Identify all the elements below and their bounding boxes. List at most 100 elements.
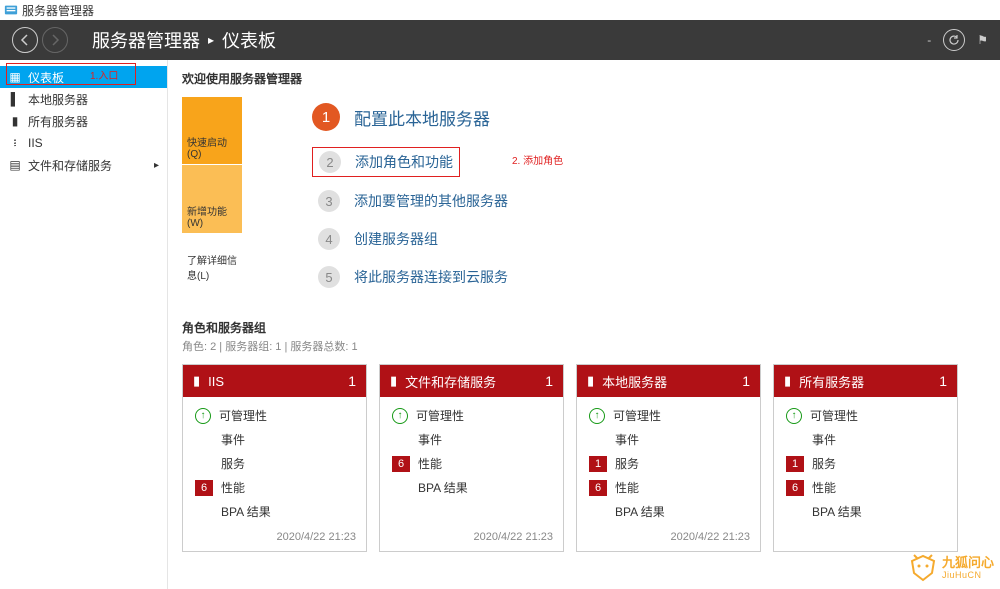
roles-subheading: 角色: 2 | 服务器组: 1 | 服务器总数: 1 xyxy=(182,338,986,354)
tile-row-label: BPA 结果 xyxy=(418,479,468,496)
sidebar-item-label: IIS xyxy=(28,136,43,150)
qs-step-label: 创建服务器组 xyxy=(354,229,438,249)
tile-row-label: 性能 xyxy=(221,479,245,496)
qs-step-number: 3 xyxy=(318,190,340,212)
tile-row[interactable]: 6 性能 xyxy=(786,479,945,496)
tile-row-label: BPA 结果 xyxy=(812,503,862,520)
alert-badge: 1 xyxy=(589,456,607,472)
tile-title: 所有服务器 xyxy=(799,372,864,391)
status-up-icon: ↑ xyxy=(392,408,408,424)
app-icon xyxy=(4,3,18,17)
tile-row[interactable]: 1服务 xyxy=(786,455,945,472)
tile-body: ↑可管理性事件 6性能 BPA 结果 xyxy=(380,397,563,531)
tile-row-label: 可管理性 xyxy=(613,407,661,424)
breadcrumb: 服务器管理器 ▸ 仪表板 xyxy=(92,27,276,53)
tile-row[interactable]: 事件 xyxy=(786,431,945,448)
sidebar-item-label: 所有服务器 xyxy=(28,113,88,130)
tile-row[interactable]: BPA 结果 xyxy=(195,503,354,520)
qs-step-number: 4 xyxy=(318,228,340,250)
refresh-button[interactable] xyxy=(943,29,965,51)
qs-step-add-roles[interactable]: 2 添加角色和功能 xyxy=(312,147,460,177)
breadcrumb-separator: ▸ xyxy=(208,33,214,47)
qs-tab-quick[interactable]: 快速启动(Q) xyxy=(182,97,242,165)
qs-step-label: 添加要管理的其他服务器 xyxy=(354,191,508,211)
tile[interactable]: ▮本地服务器1↑可管理性事件1服务6性能BPA 结果2020/4/22 21:2… xyxy=(576,364,761,552)
back-button[interactable] xyxy=(12,27,38,53)
tile-row-label: 服务 xyxy=(812,455,836,472)
watermark-icon xyxy=(908,553,938,583)
tile-count: 1 xyxy=(939,373,947,389)
tile-row[interactable]: BPA 结果 xyxy=(589,503,748,520)
alert-badge: 6 xyxy=(786,480,804,496)
tile[interactable]: ▮ 所有服务器 1 ↑可管理性事件 1服务 6 性能 BPA 结果 xyxy=(773,364,958,552)
sidebar-item-file-storage[interactable]: ▤ 文件和存储服务 ▸ xyxy=(0,154,167,176)
tile-row[interactable]: ↑ 可管理性 xyxy=(195,407,354,424)
forward-button[interactable] xyxy=(42,27,68,53)
tile-header: ▮ 所有服务器 1 xyxy=(774,365,957,397)
tile-row-label: 可管理性 xyxy=(219,407,267,424)
qs-title-text[interactable]: 配置此本地服务器 xyxy=(354,105,490,130)
tile-icon: ▮ xyxy=(784,373,791,389)
tile-header: ▮IIS1 xyxy=(183,365,366,397)
tile-row[interactable]: 事件 xyxy=(589,431,748,448)
tile-icon: ▮ xyxy=(193,373,200,389)
alert-badge: 6 xyxy=(589,480,607,496)
tiles-container: ▮ IIS 1 ↑ 可管理性事件服务 6 性能 BPA 结果 2020/4/22 21:23 ▮ 文… xyxy=(182,364,986,552)
tile-row[interactable]: 6 性能 xyxy=(589,479,748,496)
tile[interactable]: ▮IIS1↑可管理性事件服务6性能BPA 结果2020/4/22 21:23 xyxy=(182,364,367,552)
iis-icon: ፧ xyxy=(8,136,22,151)
alert-badge: 6 xyxy=(195,480,213,496)
breadcrumb-root[interactable]: 服务器管理器 xyxy=(92,27,200,53)
tile-row[interactable]: 6 性能 xyxy=(195,479,354,496)
sidebar-item-dashboard[interactable]: ▦ 仪表板 xyxy=(0,66,167,88)
tile-row[interactable]: ↑可管理性 xyxy=(786,407,945,424)
tile-title: 文件和存储服务 xyxy=(405,372,496,391)
tile-row[interactable]: 6性能 xyxy=(392,455,551,472)
watermark: 九狐问心 JiuHuCN xyxy=(908,553,994,583)
sidebar-item-all-servers[interactable]: ▮ 所有服务器 xyxy=(0,110,167,132)
qs-step-number: 2 xyxy=(319,151,341,173)
tile-row-label: 性能 xyxy=(418,455,442,472)
sidebar-item-label: 仪表板 xyxy=(28,69,64,86)
dash-indicator: - xyxy=(927,33,931,47)
tile-row-label: 服务 xyxy=(221,455,245,472)
qs-tab-learn[interactable]: 了解详细信息(L) xyxy=(182,234,242,301)
tile-count: 1 xyxy=(742,373,750,389)
header: 服务器管理器 ▸ 仪表板 - ⚑ xyxy=(0,20,1000,60)
sidebar-item-label: 文件和存储服务 xyxy=(28,157,112,174)
tile-row[interactable]: BPA 结果 xyxy=(392,479,551,496)
sidebar-item-iis[interactable]: ፧ IIS xyxy=(0,132,167,154)
tile-row[interactable]: 事件 xyxy=(195,431,354,448)
watermark-text: 九狐问心 xyxy=(942,556,994,570)
sidebar-item-label: 本地服务器 xyxy=(28,91,88,108)
sidebar-item-local-server[interactable]: ▌ 本地服务器 xyxy=(0,88,167,110)
tile-body: ↑ 可管理性事件 1 服务 6 性能 BPA 结果 xyxy=(577,397,760,531)
tile-title: IIS xyxy=(208,374,224,389)
tile-timestamp xyxy=(774,543,957,551)
tile-row[interactable]: 1 服务 xyxy=(589,455,748,472)
breadcrumb-current: 仪表板 xyxy=(222,27,276,53)
tile-timestamp: 2020/4/22 21:23 xyxy=(577,531,760,551)
tile-row[interactable]: ↑可管理性 xyxy=(392,407,551,424)
qs-step-add-servers[interactable]: 3 添加要管理的其他服务器 xyxy=(312,187,986,215)
welcome-heading: 欢迎使用服务器管理器 xyxy=(182,70,986,87)
qs-step-create-group[interactable]: 4 创建服务器组 xyxy=(312,225,986,253)
tile-row[interactable]: BPA 结果 xyxy=(786,503,945,520)
tile[interactable]: ▮文件和存储服务1↑可管理性事件6性能BPA 结果2020/4/22 21:23 xyxy=(379,364,564,552)
tile-row-label: 性能 xyxy=(615,479,639,496)
tile-row[interactable]: ↑ 可管理性 xyxy=(589,407,748,424)
tile-row-label: BPA 结果 xyxy=(221,503,271,520)
server-icon: ▌ xyxy=(8,92,22,106)
qs-tab-new[interactable]: 新增功能(W) xyxy=(182,165,242,233)
status-up-icon: ↑ xyxy=(195,408,211,424)
annotation-label-step: 2. 添加角色 xyxy=(512,152,563,167)
tile-row-label: 性能 xyxy=(812,479,836,496)
tile-row[interactable]: 服务 xyxy=(195,455,354,472)
status-up-icon: ↑ xyxy=(589,408,605,424)
tile-row-label: 事件 xyxy=(221,431,245,448)
tile-row[interactable]: 事件 xyxy=(392,431,551,448)
qs-step-cloud[interactable]: 5 将此服务器连接到云服务 xyxy=(312,263,986,291)
qs-step-number: 5 xyxy=(318,266,340,288)
flag-icon[interactable]: ⚑ xyxy=(977,33,988,47)
tile-row-label: 服务 xyxy=(615,455,639,472)
